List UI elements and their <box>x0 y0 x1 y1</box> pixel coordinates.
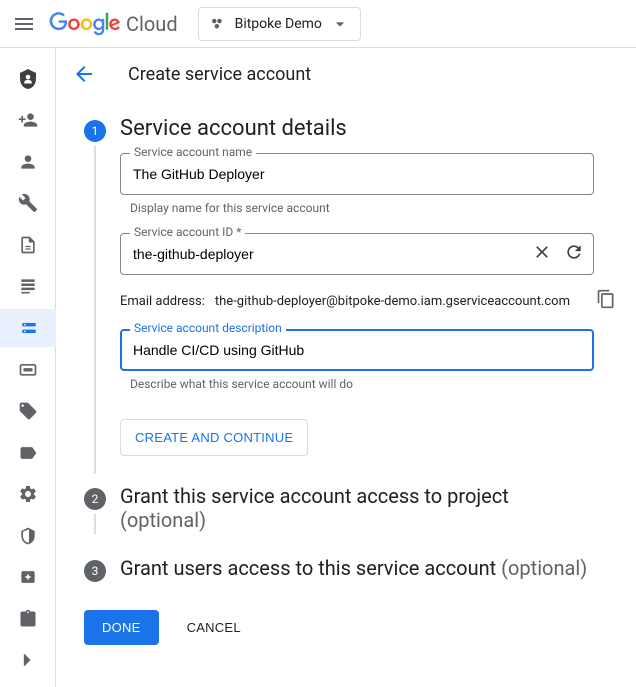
sidebar-expand-icon[interactable] <box>0 641 56 679</box>
main-content: Create service account 1 Service account… <box>56 48 636 687</box>
sidebar-item-asset[interactable] <box>0 558 56 596</box>
sidebar-item-policy-file[interactable] <box>0 226 56 264</box>
step-3: 3 Grant users access to this service acc… <box>80 556 616 580</box>
logo[interactable]: Cloud <box>48 12 178 36</box>
sidebar-item-person[interactable] <box>0 143 56 181</box>
sidebar-item-shield[interactable] <box>0 517 56 555</box>
email-label: Email address: <box>120 294 205 309</box>
step-1: 1 Service account details Service accoun… <box>80 116 616 456</box>
create-continue-button[interactable]: CREATE AND CONTINUE <box>120 419 308 456</box>
service-account-description-input[interactable] <box>120 329 594 371</box>
cancel-button[interactable]: CANCEL <box>187 610 241 645</box>
step-1-badge: 1 <box>84 120 106 142</box>
back-button[interactable] <box>60 62 108 86</box>
step-2-optional: (optional) <box>120 508 206 532</box>
step-2: 2 Grant this service account access to p… <box>80 484 616 532</box>
desc-field-label: Service account description <box>130 321 286 335</box>
sidebar-item-label[interactable] <box>0 434 56 472</box>
copy-icon[interactable] <box>596 289 616 313</box>
menu-icon[interactable] <box>12 12 36 36</box>
name-field-label: Service account name <box>130 145 256 159</box>
refresh-icon[interactable] <box>564 242 584 266</box>
service-account-name-input[interactable] <box>120 153 594 195</box>
sidebar-item-tag[interactable] <box>0 392 56 430</box>
step-1-title: Service account details <box>120 116 616 141</box>
done-button[interactable]: DONE <box>84 610 159 645</box>
sidebar-item-clipboard[interactable] <box>0 600 56 638</box>
clear-icon[interactable] <box>532 242 552 266</box>
service-account-id-input[interactable] <box>120 233 594 275</box>
step-3-optional: (optional) <box>501 556 587 580</box>
sidebar-item-service-accounts[interactable] <box>0 309 56 347</box>
name-helper: Display name for this service account <box>130 201 594 215</box>
email-value: the-github-deployer@bitpoke-demo.iam.gse… <box>215 294 570 309</box>
sidebar-item-person-add[interactable] <box>0 102 56 140</box>
topbar: Cloud Bitpoke Demo <box>0 0 636 48</box>
step-3-badge: 3 <box>84 560 106 582</box>
sidebar <box>0 48 56 687</box>
chevron-down-icon <box>330 14 350 34</box>
project-name: Bitpoke Demo <box>235 16 322 32</box>
sidebar-item-document[interactable] <box>0 268 56 306</box>
step-2-badge: 2 <box>84 488 106 510</box>
sidebar-item-settings[interactable] <box>0 475 56 513</box>
step-3-title: Grant users access to this service accou… <box>120 556 501 580</box>
id-field-label: Service account ID * <box>130 225 245 239</box>
sidebar-item-workload[interactable] <box>0 351 56 389</box>
logo-cloud-text: Cloud <box>126 12 178 36</box>
project-selector[interactable]: Bitpoke Demo <box>198 7 361 41</box>
step-2-title: Grant this service account access to pro… <box>120 484 509 508</box>
sidebar-item-iam-logo[interactable] <box>0 60 56 98</box>
desc-helper: Describe what this service account will … <box>130 377 594 391</box>
page-title: Create service account <box>128 64 311 85</box>
sidebar-item-wrench[interactable] <box>0 185 56 223</box>
